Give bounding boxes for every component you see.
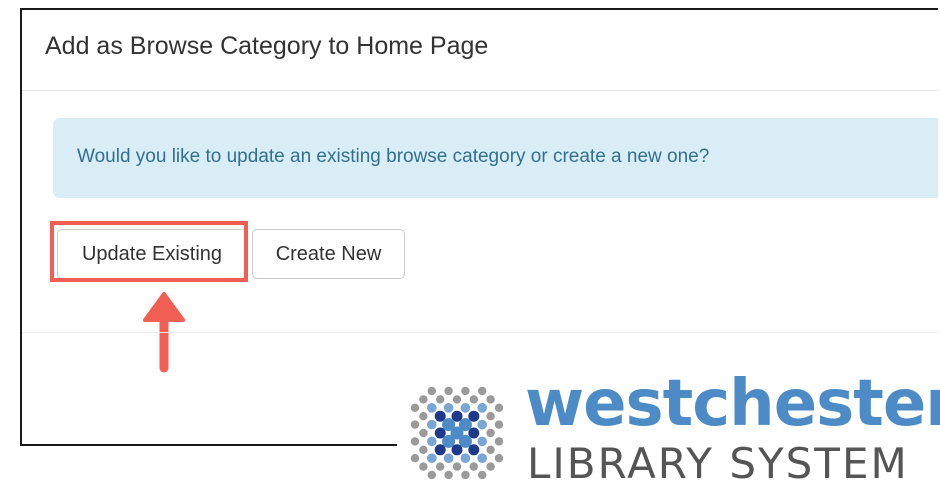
modal-header: Add as Browse Category to Home Page xyxy=(22,10,938,91)
create-new-button[interactable]: Create New xyxy=(252,229,405,279)
modal-title: Add as Browse Category to Home Page xyxy=(45,32,489,60)
logo-library-system-text: LIBRARY SYSTEM xyxy=(527,439,909,488)
info-alert: Would you like to update an existing bro… xyxy=(53,118,938,198)
logo-westchester-text: westchester xyxy=(525,367,940,441)
westchester-library-logo: westchester LIBRARY SYSTEM xyxy=(397,367,940,489)
dot-grid-logo-icon xyxy=(410,386,504,480)
arrow-up-icon xyxy=(143,292,185,373)
update-existing-button[interactable]: Update Existing xyxy=(57,229,247,279)
alert-message: Would you like to update an existing bro… xyxy=(77,146,710,167)
modal-footer-divider xyxy=(22,332,938,333)
